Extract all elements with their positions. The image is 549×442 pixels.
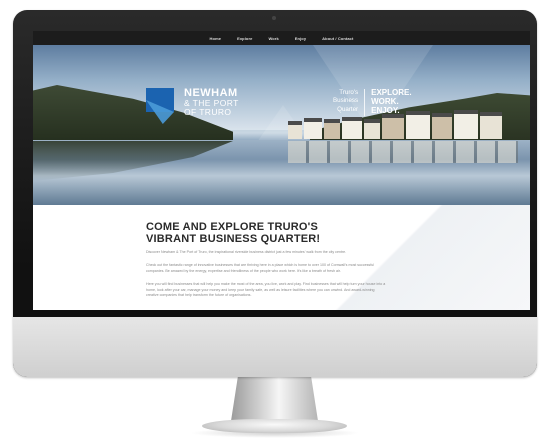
monitor-stand-base: [202, 419, 347, 433]
house: [288, 121, 302, 139]
river-reflection-right: [288, 141, 518, 163]
tagline-left: Truro's Business Quarter: [333, 89, 366, 116]
house: [364, 119, 380, 139]
tagline-left-line: Truro's: [339, 89, 359, 96]
house: [382, 114, 404, 139]
house: [324, 119, 340, 139]
monitor-chin: [13, 317, 537, 377]
site-logo[interactable]: NEWHAM & THE PORT OF TRURO: [146, 87, 239, 124]
tagline-right-line: ENJOY.: [371, 105, 400, 115]
nav-work[interactable]: Work: [268, 36, 278, 41]
tagline-left-line: Business: [333, 97, 359, 105]
tagline-right: EXPLORE. WORK. ENJOY.: [371, 88, 411, 116]
nav-home[interactable]: Home: [210, 36, 222, 41]
page-headline: COME AND EXPLORE TRURO'S VIBRANT BUSINES…: [146, 221, 396, 246]
headline-line-2: VIBRANT BUSINESS QUARTER!: [146, 233, 321, 246]
hero-houses: [288, 110, 518, 139]
nav-enjoy[interactable]: Enjoy: [295, 36, 306, 41]
main-content: COME AND EXPLORE TRURO'S VIBRANT BUSINES…: [33, 205, 530, 310]
logo-mark-icon: [146, 88, 174, 124]
headline-line-1: COME AND EXPLORE TRURO'S: [146, 221, 319, 233]
tagline-left-line: Quarter: [337, 105, 359, 113]
intro-paragraph: Discover Newham & The Port of Truro, the…: [146, 250, 347, 254]
top-navigation: Home Explore Work Enjoy About / Contact: [33, 31, 530, 45]
monitor-screen: Home Explore Work Enjoy About / Contact: [33, 31, 530, 310]
nav-about-contact[interactable]: About / Contact: [322, 36, 353, 41]
house: [304, 118, 322, 139]
body-paragraph: Check out the fantastic range of innovat…: [146, 263, 375, 273]
house: [432, 113, 452, 139]
house: [342, 117, 362, 139]
body-paragraph: Here you will find businesses that will …: [146, 282, 386, 298]
house: [480, 112, 502, 139]
logo-line-3: OF TRURO: [184, 106, 232, 117]
logo-text: NEWHAM & THE PORT OF TRURO: [184, 87, 239, 117]
hero-banner: NEWHAM & THE PORT OF TRURO Truro's Busin…: [33, 45, 530, 205]
house: [454, 110, 478, 139]
nav-explore[interactable]: Explore: [237, 36, 252, 41]
hero-tagline: Truro's Business Quarter EXPLORE. WORK. …: [333, 88, 412, 116]
webcam-icon: [272, 16, 276, 20]
monitor-stand-neck: [231, 376, 318, 421]
